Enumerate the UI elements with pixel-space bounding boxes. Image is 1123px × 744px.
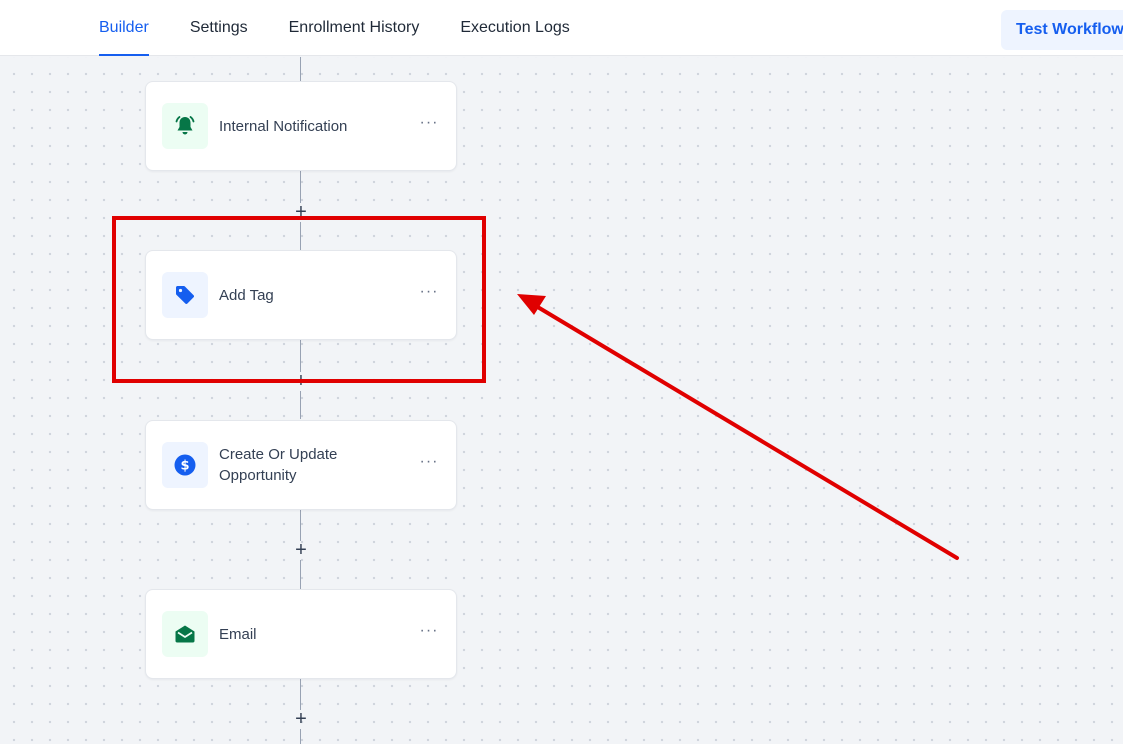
arrow-annotation [517, 294, 959, 560]
